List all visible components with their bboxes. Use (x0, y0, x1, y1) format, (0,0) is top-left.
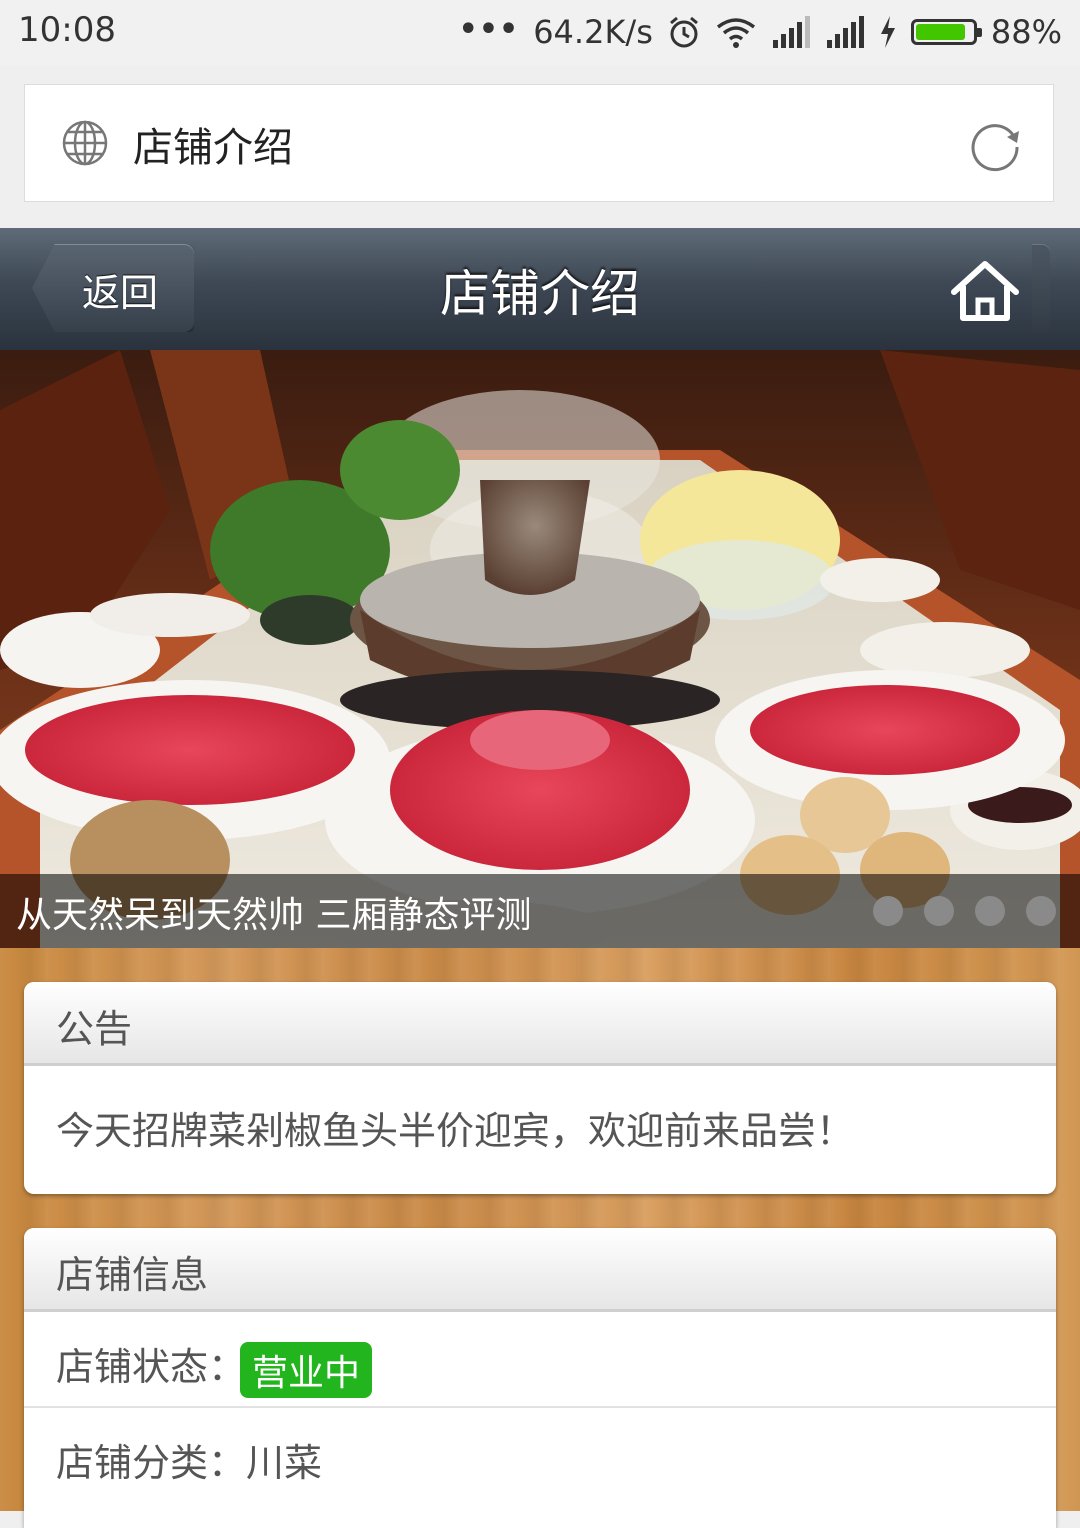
notice-header: 公告 (24, 982, 1056, 1066)
header-edge (1032, 244, 1050, 332)
hero-caption: 从天然呆到天然帅 三厢静态评测 (16, 895, 532, 936)
carousel-dot[interactable] (924, 896, 954, 926)
notice-title: 公告 (56, 1007, 133, 1051)
hero-caption-bar: 从天然呆到天然帅 三厢静态评测 (0, 874, 1080, 948)
carousel-indicators (873, 896, 1056, 926)
notice-text: 今天招牌菜剁椒鱼头半价迎宾，欢迎前来品尝！ (56, 1109, 855, 1153)
charging-icon (880, 16, 895, 48)
battery-icon (910, 19, 982, 45)
hero-banner[interactable]: 从天然呆到天然帅 三厢静态评测 (0, 350, 1080, 948)
reload-icon[interactable] (967, 117, 1023, 173)
globe-icon (62, 120, 108, 166)
hero-image (0, 350, 1080, 948)
shop-category-row: 店铺分类：川菜 (24, 1408, 1056, 1504)
carousel-dot[interactable] (975, 896, 1005, 926)
carousel-dot[interactable] (873, 896, 903, 926)
carousel-dot[interactable] (1026, 896, 1056, 926)
app-header: 返回 店铺介绍 (0, 228, 1080, 353)
battery-fill (915, 24, 965, 40)
address-title: 店铺介绍 (133, 125, 293, 171)
alarm-icon (669, 16, 698, 48)
signal-icon (826, 16, 864, 48)
shop-category-value: 川菜 (246, 1441, 323, 1485)
battery-percent: 88% (990, 13, 1062, 51)
shop-status-label: 店铺状态： (56, 1345, 247, 1389)
notice-body: 今天招牌菜剁椒鱼头半价迎宾，欢迎前来品尝！ (24, 1066, 1056, 1194)
status-badge: 营业中 (240, 1341, 373, 1398)
signal-icon (772, 16, 810, 48)
notice-card: 公告 今天招牌菜剁椒鱼头半价迎宾，欢迎前来品尝！ (24, 982, 1056, 1194)
shop-category-label: 店铺分类： (56, 1441, 247, 1485)
shop-info-card: 店铺信息 店铺状态： 营业中 店铺分类：川菜 (24, 1228, 1056, 1528)
status-icons: ••• 64.2K/s 88% (459, 10, 1062, 54)
status-time: 10:08 (18, 10, 116, 50)
shop-info-title: 店铺信息 (56, 1253, 209, 1297)
shop-status-line: 店铺状态： 营业中 (56, 1336, 373, 1398)
home-icon[interactable] (948, 258, 1022, 324)
wifi-icon (716, 18, 755, 48)
shop-category-line: 店铺分类：川菜 (56, 1432, 322, 1487)
shop-info-header: 店铺信息 (24, 1228, 1056, 1312)
status-bar: 10:08 ••• 64.2K/s 88% (0, 0, 1080, 66)
more-dots-icon: ••• (458, 11, 520, 47)
network-speed: 64.2K/s (533, 13, 653, 51)
page-title: 店铺介绍 (440, 265, 640, 323)
address-bar[interactable]: 店铺介绍 (24, 84, 1054, 202)
shop-status-row: 店铺状态： 营业中 (24, 1312, 1056, 1408)
